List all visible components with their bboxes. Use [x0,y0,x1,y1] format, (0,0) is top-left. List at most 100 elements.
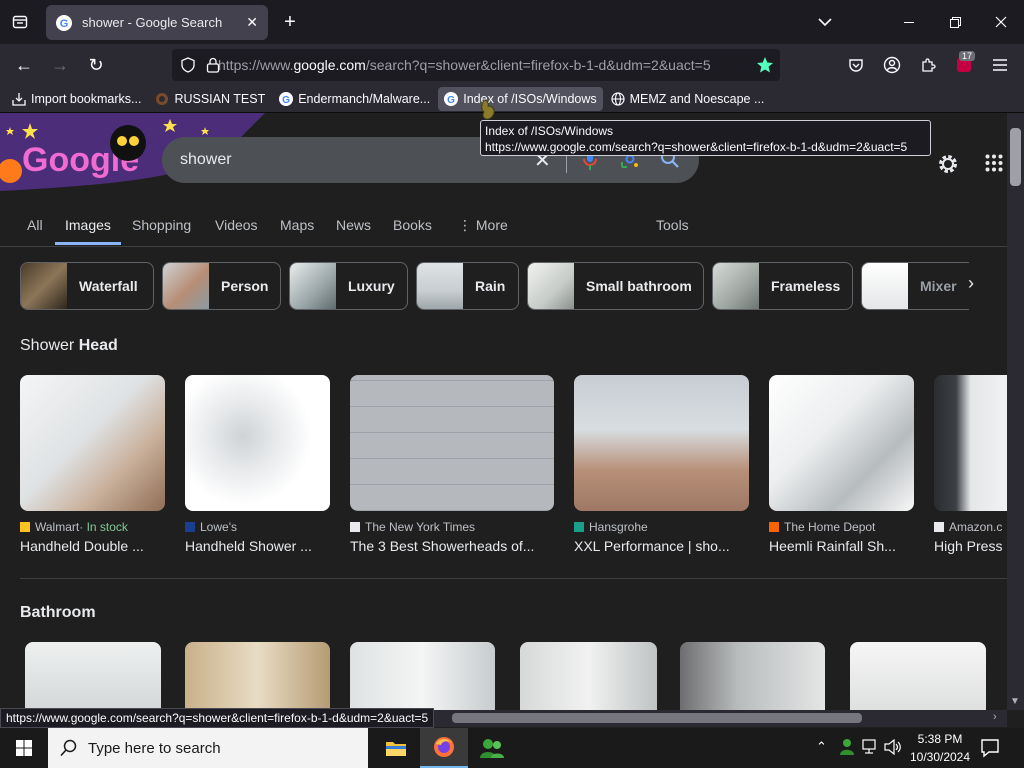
result-source[interactable]: Walmart · In stock [20,520,165,534]
scroll-down-arrow-icon[interactable]: ▼ [1010,696,1020,707]
chip-mixer[interactable]: Mixer [861,262,969,310]
volume-icon[interactable] [884,738,902,760]
reload-button[interactable]: ↻ [81,50,111,80]
home-depot-favicon-icon [769,522,779,532]
chip-luxury[interactable]: Luxury [289,262,408,310]
bathroom-image-result[interactable] [350,642,495,710]
result-image[interactable] [574,375,749,511]
image-result[interactable]: The New York Times The 3 Best Showerhead… [350,375,554,554]
result-title[interactable]: Heemli Rainfall Sh... [769,538,914,554]
image-result[interactable]: Hansgrohe XXL Performance | sho... [574,375,749,554]
horizontal-scroll-thumb[interactable] [452,713,862,723]
lock-icon[interactable] [206,57,220,73]
bookmark-russian-test[interactable]: RUSSIAN TEST [149,87,271,111]
result-title[interactable]: The 3 Best Showerheads of... [350,538,554,554]
tooltip-url: https://www.google.com/search?q=shower&c… [485,140,908,154]
tab-maps[interactable]: Maps [280,217,314,233]
result-source[interactable]: Lowe's [185,520,330,534]
result-image[interactable] [769,375,914,511]
bathroom-image-result[interactable] [850,642,986,710]
url-text[interactable]: https://www.google.com/search?q=shower&c… [218,57,728,73]
bathroom-image-result[interactable] [25,642,161,710]
result-source[interactable]: Amazon.c [934,520,1007,534]
result-source[interactable]: The Home Depot [769,520,914,534]
addon-notification-button[interactable]: 17 [949,50,979,80]
taskbar-users-app[interactable] [468,728,516,768]
image-result[interactable]: Walmart · In stock Handheld Double ... [20,375,165,554]
result-image[interactable] [934,375,1007,511]
result-source[interactable]: The New York Times [350,520,554,534]
result-image[interactable] [350,375,554,511]
tab-books[interactable]: Books [393,217,432,233]
result-image[interactable] [20,375,165,511]
tab-more[interactable]: ⋮ More [458,217,508,234]
new-tab-button[interactable]: + [276,8,304,36]
browser-tab-active[interactable]: G shower - Google Search ✕ [46,5,268,40]
image-result[interactable]: Lowe's Handheld Shower ... [185,375,330,554]
minimize-button[interactable] [886,0,932,44]
back-button[interactable]: ← [9,50,39,80]
settings-button[interactable] [936,152,960,181]
vertical-scrollbar[interactable] [1007,113,1024,710]
chip-waterfall[interactable]: Waterfall [20,262,154,310]
chip-small-bathroom[interactable]: Small bathroom [527,262,704,310]
vertical-scroll-thumb[interactable] [1010,128,1021,186]
bathroom-image-result[interactable] [520,642,657,710]
tab-shopping[interactable]: Shopping [132,217,191,233]
tray-users-icon[interactable] [838,738,856,761]
chevron-right-icon: › [968,273,974,293]
show-hidden-icons-button[interactable]: ⌃ [816,739,827,755]
result-title[interactable]: XXL Performance | sho... [574,538,749,554]
result-source[interactable]: Hansgrohe [574,520,749,534]
taskbar-firefox[interactable] [420,728,468,768]
tab-list-button[interactable] [6,8,34,36]
app-menu-button[interactable] [985,50,1015,80]
tab-images[interactable]: Images [65,217,111,233]
url-path: /search?q=shower&client=firefox-b-1-d&ud… [365,57,711,73]
list-all-tabs-button[interactable] [802,0,848,44]
scroll-right-arrow-icon[interactable]: › [993,711,997,723]
bookmark-memz[interactable]: MEMZ and Noescape ... [605,87,771,111]
close-window-button[interactable] [978,0,1024,44]
tab-all[interactable]: All [27,217,43,233]
bookmark-endermanch[interactable]: G Endermanch/Malware... [273,87,436,111]
tab-videos[interactable]: Videos [215,217,258,233]
clock-time: 5:38 PM [917,732,963,746]
navigation-toolbar: ← → ↻ https://www.google.com/search?q=sh… [0,44,1024,86]
result-title[interactable]: Handheld Shower ... [185,538,330,554]
taskbar-search-box[interactable]: Type here to search [48,728,368,768]
bookmark-star-icon[interactable] [756,56,774,74]
bathroom-image-result[interactable] [680,642,825,710]
close-tab-icon[interactable]: ✕ [246,14,258,31]
image-result[interactable]: Amazon.c High Press [934,375,1007,554]
result-title[interactable]: Handheld Double ... [20,538,165,554]
extensions-button[interactable] [913,50,943,80]
start-button[interactable] [0,728,48,768]
tools-button[interactable]: Tools [656,217,689,233]
chips-next-button[interactable]: › [968,273,974,294]
bookmark-index-isos[interactable]: G Index of /ISOs/Windows [438,87,603,111]
account-button[interactable] [877,50,907,80]
chip-rain[interactable]: Rain [416,262,519,310]
chip-frameless[interactable]: Frameless [712,262,853,310]
google-apps-button[interactable] [985,154,1003,177]
chip-thumbnail [417,263,463,309]
source-name: Amazon.c [949,520,1003,534]
forward-button[interactable]: → [45,50,75,80]
network-icon[interactable] [862,739,880,760]
tab-news[interactable]: News [336,217,371,233]
notification-center-button[interactable] [980,738,1000,763]
bookmark-import[interactable]: Import bookmarks... [6,87,147,111]
url-bar[interactable]: https://www.google.com/search?q=shower&c… [172,49,780,81]
firefox-icon [434,737,454,757]
shield-icon[interactable] [180,57,196,73]
taskbar-clock[interactable]: 5:38 PM 10/30/2024 [906,730,974,766]
taskbar-file-explorer[interactable] [372,728,420,768]
pocket-button[interactable] [841,50,871,80]
bathroom-image-result[interactable] [185,642,330,710]
result-title[interactable]: High Press [934,538,1007,554]
restore-button[interactable] [932,0,978,44]
image-result[interactable]: The Home Depot Heemli Rainfall Sh... [769,375,914,554]
result-image[interactable] [185,375,330,511]
chip-person[interactable]: Person [162,262,281,310]
